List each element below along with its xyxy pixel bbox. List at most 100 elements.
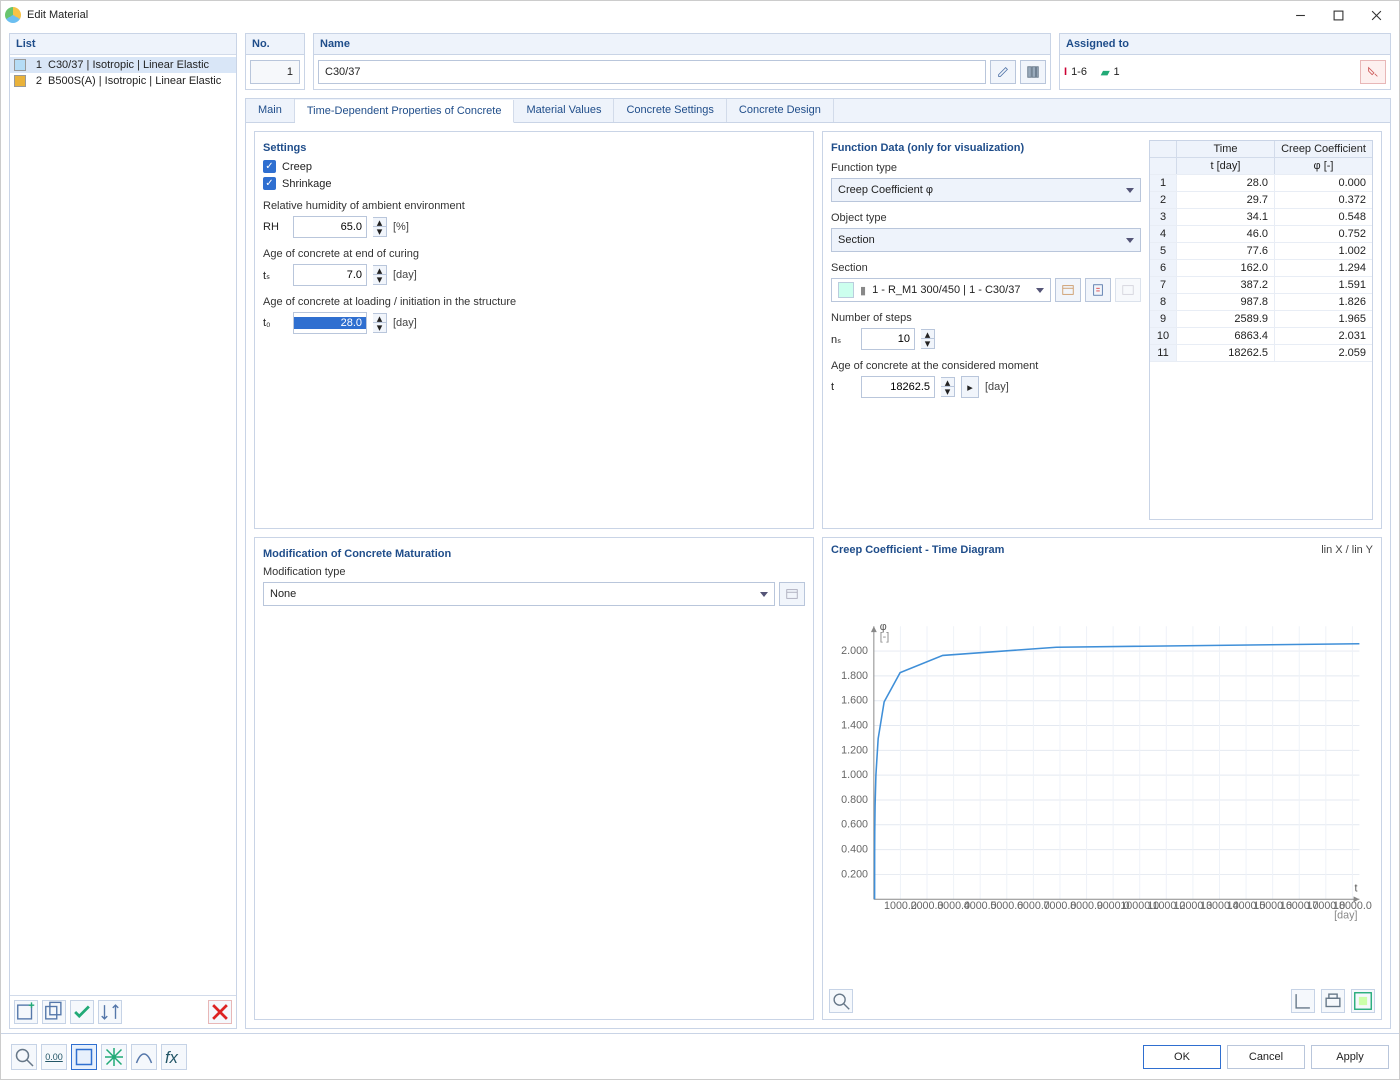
chevron-down-icon bbox=[760, 592, 768, 597]
t0-unit: [day] bbox=[393, 317, 417, 329]
age-unit: [day] bbox=[985, 381, 1009, 393]
ok-button[interactable]: OK bbox=[1143, 1045, 1221, 1069]
table-row[interactable]: 7387.21.591 bbox=[1150, 276, 1372, 293]
rh-spin[interactable]: ▴▾ bbox=[373, 217, 387, 237]
svg-text:0.200: 0.200 bbox=[841, 868, 868, 880]
table-row[interactable]: 1118262.52.059 bbox=[1150, 344, 1372, 361]
ts-unit: [day] bbox=[393, 269, 417, 281]
list-item[interactable]: 1 C30/37 | Isotropic | Linear Elastic bbox=[10, 57, 236, 73]
shrinkage-checkbox[interactable]: ✓Shrinkage bbox=[263, 177, 805, 190]
chart-axes-button[interactable] bbox=[1291, 989, 1315, 1013]
section-del-button[interactable] bbox=[1115, 278, 1141, 302]
footer: 0.00 fx OK Cancel Apply bbox=[1, 1033, 1399, 1079]
edit-name-button[interactable] bbox=[990, 60, 1016, 84]
library-button[interactable] bbox=[1020, 60, 1046, 84]
chevron-down-icon bbox=[1126, 238, 1134, 243]
table-row[interactable]: 92589.91.965 bbox=[1150, 310, 1372, 327]
delete-material-button[interactable] bbox=[208, 1000, 232, 1024]
chevron-down-icon: ▾ bbox=[373, 227, 387, 237]
otype-dropdown[interactable]: Section bbox=[831, 228, 1141, 252]
func-title: Function Data (only for visualization) bbox=[831, 142, 1141, 154]
no-field: 1 bbox=[250, 60, 300, 84]
svg-text:1.800: 1.800 bbox=[841, 670, 868, 682]
apply-button[interactable]: Apply bbox=[1311, 1045, 1389, 1069]
tab-concrete-design[interactable]: Concrete Design bbox=[727, 99, 834, 122]
no-header: No. bbox=[245, 33, 305, 54]
table-row[interactable]: 577.61.002 bbox=[1150, 242, 1372, 259]
maximize-button[interactable] bbox=[1319, 5, 1357, 25]
script-button[interactable]: fx bbox=[161, 1044, 187, 1070]
chart-export-button[interactable] bbox=[1351, 989, 1375, 1013]
assigned-chip: ▰1 bbox=[1101, 66, 1120, 79]
units-button[interactable]: 0.00 bbox=[41, 1044, 67, 1070]
age-label: Age of concrete at the considered moment bbox=[831, 360, 1141, 372]
age-max-button[interactable]: ▸ bbox=[961, 376, 979, 398]
rh-symbol: RH bbox=[263, 221, 287, 233]
chart-print-button[interactable] bbox=[1321, 989, 1345, 1013]
rh-unit: [%] bbox=[393, 221, 409, 233]
name-header: Name bbox=[313, 33, 1051, 54]
mod-type-dropdown[interactable]: None bbox=[263, 582, 775, 606]
age-input[interactable] bbox=[861, 376, 935, 398]
material-list[interactable]: 1 C30/37 | Isotropic | Linear Elastic 2 … bbox=[10, 55, 236, 995]
tab-main[interactable]: Main bbox=[246, 99, 295, 122]
table-row[interactable]: 8987.81.826 bbox=[1150, 293, 1372, 310]
assigned-header: Assigned to bbox=[1059, 33, 1391, 54]
help-button[interactable] bbox=[11, 1044, 37, 1070]
tab-concrete-settings[interactable]: Concrete Settings bbox=[614, 99, 726, 122]
cancel-button[interactable]: Cancel bbox=[1227, 1045, 1305, 1069]
mod-edit-button[interactable] bbox=[779, 582, 805, 606]
name-input[interactable]: C30/37 bbox=[318, 60, 986, 84]
rh-input[interactable] bbox=[293, 216, 367, 238]
tab-strip: MainTime-Dependent Properties of Concret… bbox=[245, 98, 1391, 122]
steps-symbol: nₛ bbox=[831, 333, 855, 346]
section-new-button[interactable] bbox=[1055, 278, 1081, 302]
table-row[interactable]: 229.70.372 bbox=[1150, 191, 1372, 208]
steps-spin[interactable]: ▴▾ bbox=[921, 329, 935, 349]
svg-text:2.000: 2.000 bbox=[841, 645, 868, 657]
app-icon bbox=[5, 7, 21, 23]
steps-input[interactable] bbox=[861, 328, 915, 350]
table-row[interactable]: 446.00.752 bbox=[1150, 225, 1372, 242]
svg-text:1.400: 1.400 bbox=[841, 719, 868, 731]
close-button[interactable] bbox=[1357, 5, 1395, 25]
tab-material-values[interactable]: Material Values bbox=[514, 99, 614, 122]
table-row[interactable]: 106863.42.031 bbox=[1150, 327, 1372, 344]
check-button[interactable] bbox=[70, 1000, 94, 1024]
window-title: Edit Material bbox=[27, 9, 88, 21]
t0-spin[interactable]: ▴▾ bbox=[373, 313, 387, 333]
pick-assign-button[interactable] bbox=[1360, 60, 1386, 84]
view-mode-2-button[interactable] bbox=[101, 1044, 127, 1070]
table-row[interactable]: 6162.01.294 bbox=[1150, 259, 1372, 276]
copy-material-button[interactable] bbox=[42, 1000, 66, 1024]
svg-text:fx: fx bbox=[165, 1049, 179, 1067]
view-mode-1-button[interactable] bbox=[71, 1044, 97, 1070]
creep-checkbox[interactable]: ✓Creep bbox=[263, 160, 805, 173]
age-spin[interactable]: ▴▾ bbox=[941, 377, 955, 397]
chart-zoom-button[interactable] bbox=[829, 989, 853, 1013]
table-row[interactable]: 128.00.000 bbox=[1150, 174, 1372, 191]
section-label: Section bbox=[831, 262, 1141, 274]
section-lib-button[interactable] bbox=[1085, 278, 1111, 302]
ftype-dropdown[interactable]: Creep Coefficient φ bbox=[831, 178, 1141, 202]
view-mode-3-button[interactable] bbox=[131, 1044, 157, 1070]
rh-label: Relative humidity of ambient environment bbox=[263, 200, 805, 212]
sort-button[interactable] bbox=[98, 1000, 122, 1024]
t0-input[interactable] bbox=[293, 312, 367, 334]
table-row[interactable]: 334.10.548 bbox=[1150, 208, 1372, 225]
minimize-button[interactable] bbox=[1281, 5, 1319, 25]
svg-text:t: t bbox=[1354, 882, 1357, 894]
material-list-panel: List 1 C30/37 | Isotropic | Linear Elast… bbox=[9, 33, 237, 1029]
section-dropdown[interactable]: ▮1 - R_M1 300/450 | 1 - C30/37 bbox=[831, 278, 1051, 302]
new-material-button[interactable] bbox=[14, 1000, 38, 1024]
svg-text:0.800: 0.800 bbox=[841, 794, 868, 806]
tab-time-dependent-properties-of-concrete[interactable]: Time-Dependent Properties of Concrete bbox=[295, 100, 515, 123]
steps-label: Number of steps bbox=[831, 312, 1141, 324]
t0-label: Age of concrete at loading / initiation … bbox=[263, 296, 805, 308]
ts-input[interactable] bbox=[293, 264, 367, 286]
chart-mode-label: lin X / lin Y bbox=[1321, 544, 1373, 556]
list-item[interactable]: 2 B500S(A) | Isotropic | Linear Elastic bbox=[10, 73, 236, 89]
ts-spin[interactable]: ▴▾ bbox=[373, 265, 387, 285]
settings-title: Settings bbox=[263, 142, 805, 154]
settings-pane: Settings ✓Creep ✓Shrinkage Relative humi… bbox=[254, 131, 814, 529]
